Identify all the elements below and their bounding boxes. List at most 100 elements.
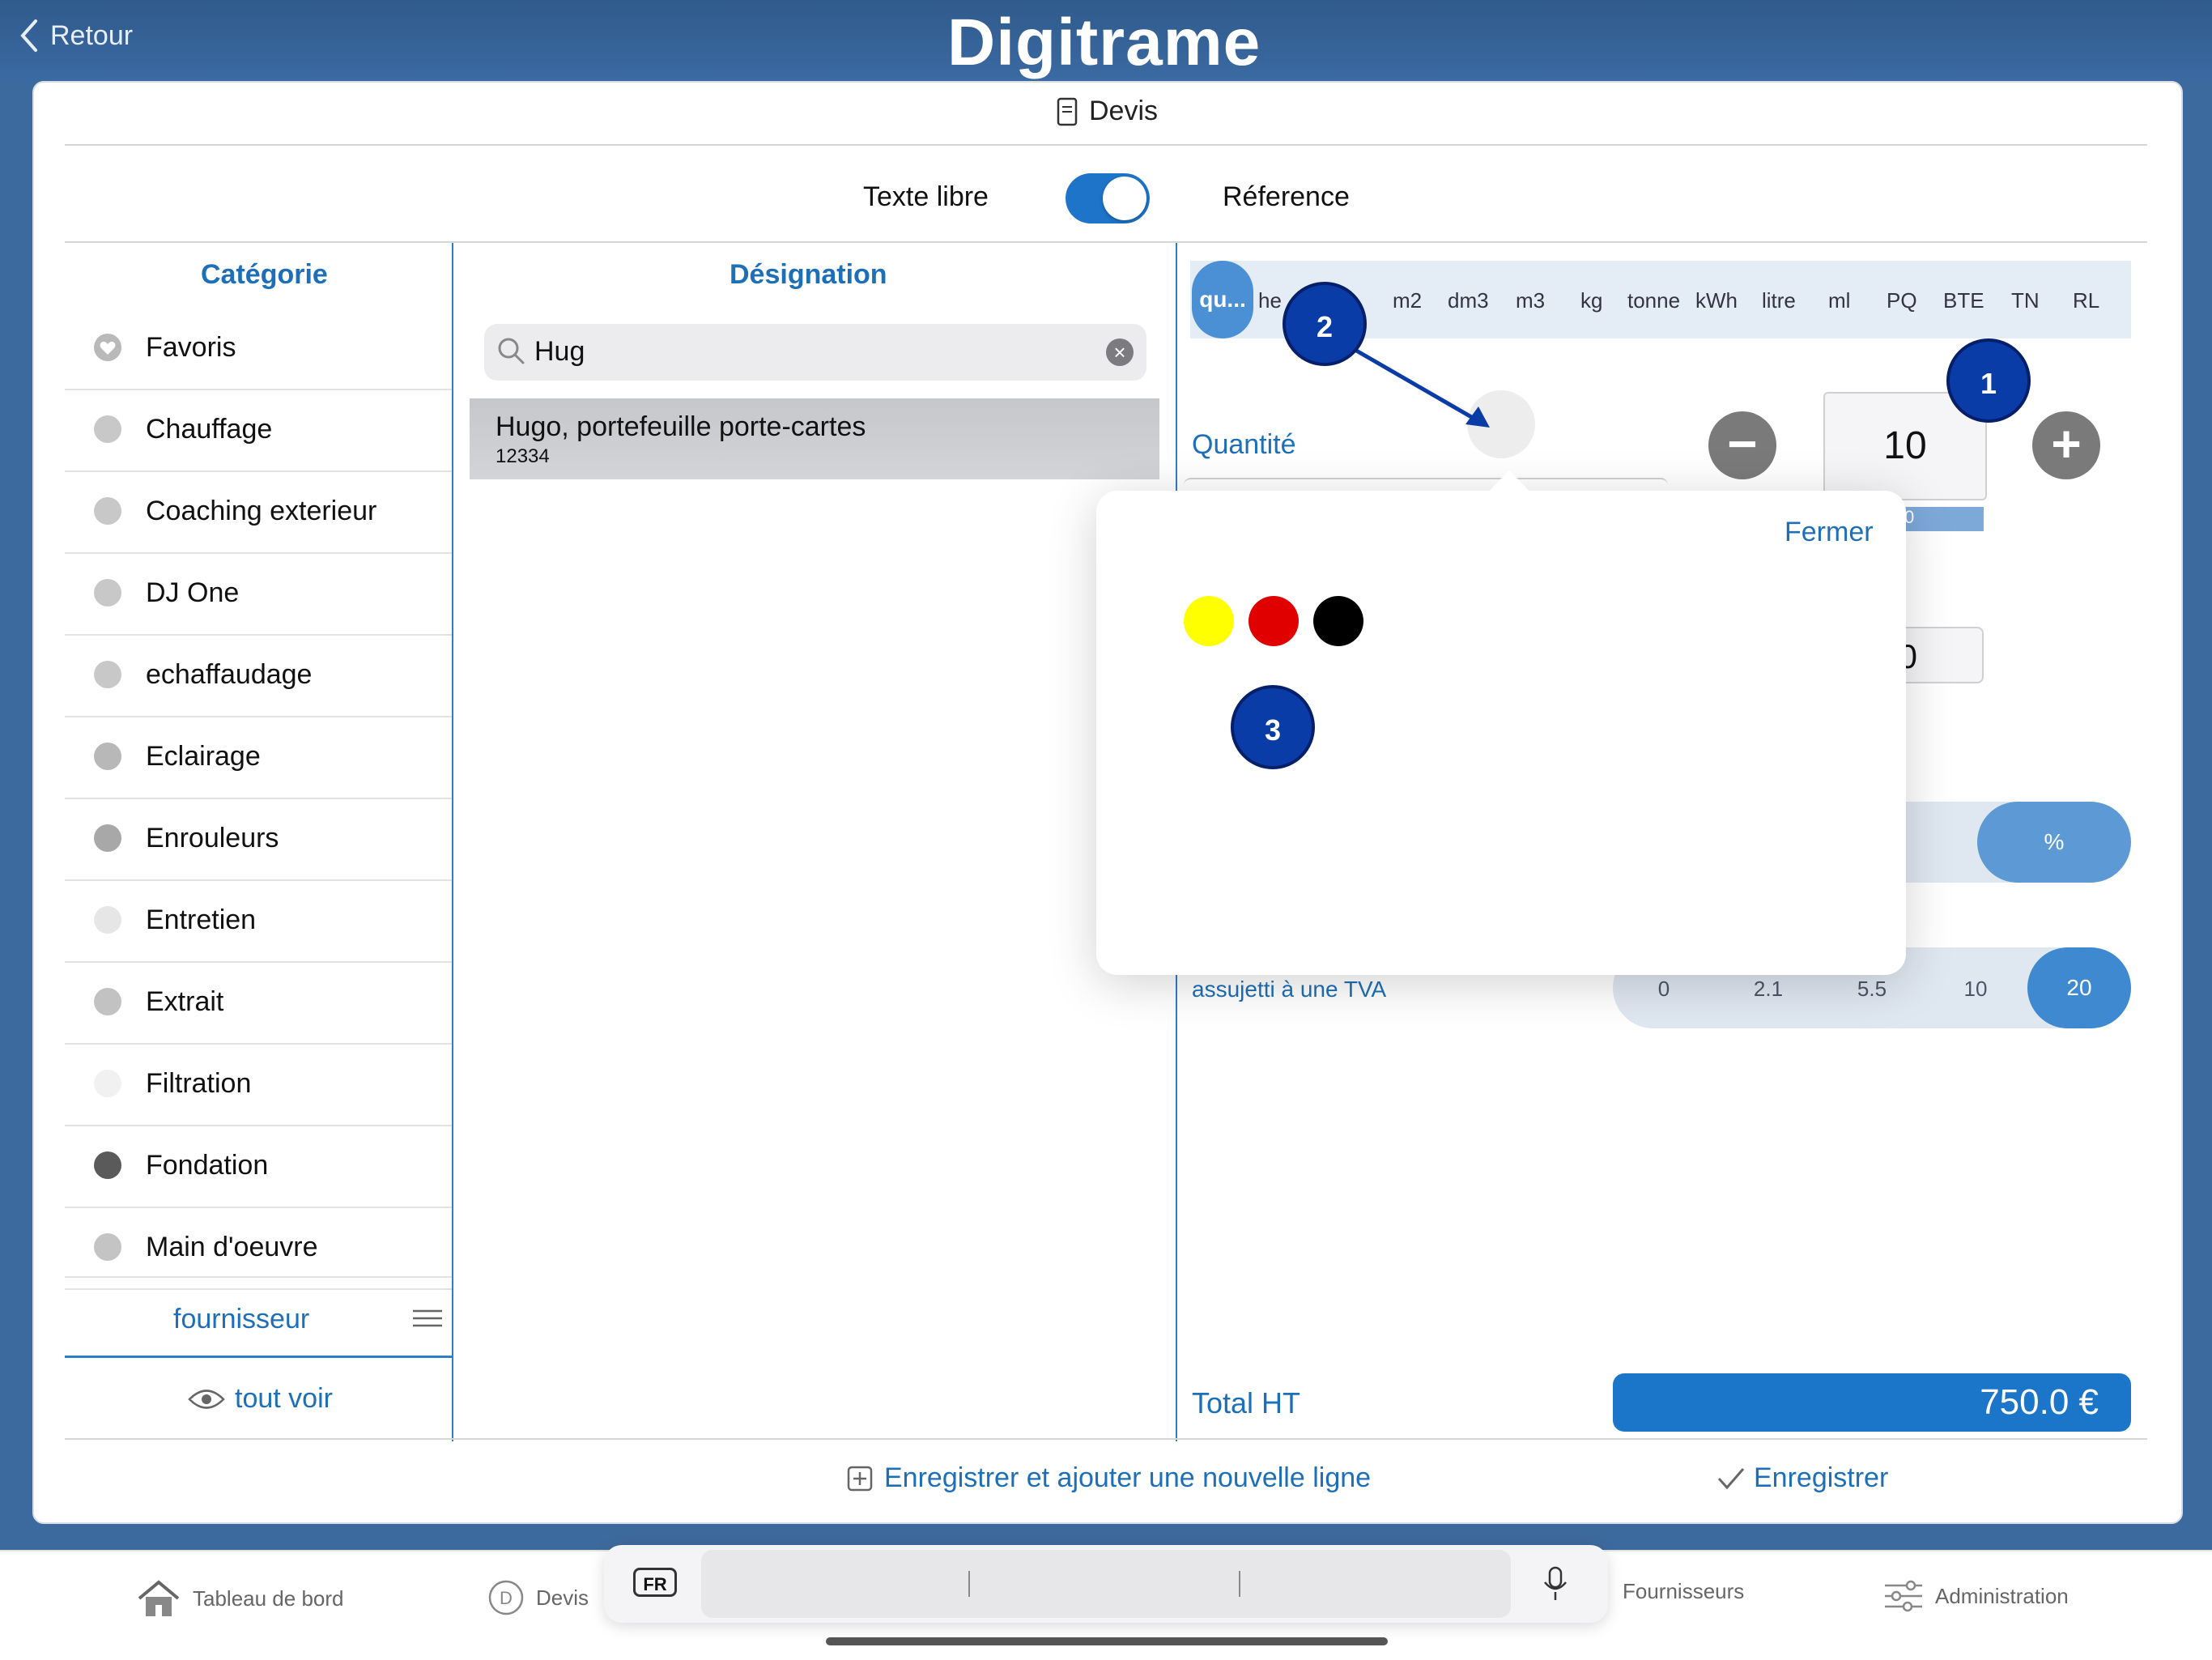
tva-selected[interactable]: 20 [2027,947,2131,1028]
toggle-knob [1103,177,1146,220]
unit-option[interactable]: RL [2073,288,2099,313]
category-color-dot [94,906,121,934]
category-color-dot [94,824,121,852]
prediction-separator [968,1571,970,1597]
category-item[interactable]: Chauffage [65,389,452,472]
back-label: Retour [50,19,134,51]
save-and-add-button[interactable]: Enregistrer et ajouter une nouvelle lign… [847,1462,1371,1494]
mode-toggle[interactable] [1066,173,1150,223]
unit-option[interactable]: he [1258,288,1282,313]
color-swatch[interactable] [1249,596,1299,646]
tab-administration[interactable]: Administration [1883,1579,2069,1613]
tab-label: Devis [536,1585,589,1610]
back-button[interactable]: Retour [18,18,133,53]
unit-option[interactable]: kWh [1695,288,1738,313]
category-label: Filtration [146,1068,252,1099]
eye-icon [188,1389,225,1409]
tva-option[interactable]: 10 [1951,977,2000,1002]
category-label: Coaching exterieur [146,496,377,526]
category-color-dot [94,497,121,525]
save-and-add-label: Enregistrer et ajouter une nouvelle lign… [884,1462,1372,1493]
unit-option[interactable]: m2 [1393,288,1422,313]
color-popover [1096,491,1906,975]
increment-button[interactable]: + [2032,411,2100,479]
document-icon [1057,97,1078,126]
unit-option[interactable]: m3 [1516,288,1545,313]
tva-label: assujetti à une TVA [1192,977,1387,1002]
total-label: Total HT [1192,1386,1301,1420]
decrement-button[interactable]: − [1708,411,1776,479]
microphone-icon[interactable] [1542,1566,1569,1602]
unit-option[interactable]: kg [1580,288,1602,313]
tab-tableau-de-bord[interactable]: Tableau de bord [136,1579,343,1618]
category-label: Favoris [146,332,236,363]
tab-fournisseurs[interactable]: Fournisseurs [1623,1579,1744,1604]
marker-2: 2 [1283,282,1367,366]
category-item[interactable]: Entretien [65,880,452,963]
svg-text:D: D [500,1588,513,1608]
reference-label: Réference [1223,181,1350,212]
category-item[interactable]: Fondation [65,1126,452,1208]
tout-voir-label: tout voir [235,1383,333,1414]
category-label: Enrouleurs [146,823,279,853]
marker-3: 3 [1231,685,1315,769]
percent-button[interactable]: % [1977,802,2131,883]
chevron-left-icon [20,19,37,52]
save-label: Enregistrer [1754,1462,1889,1493]
category-item[interactable]: Extrait [65,962,452,1045]
category-color-dot [94,579,121,607]
search-icon [498,338,525,364]
unit-option[interactable]: dm3 [1448,288,1489,313]
home-indicator[interactable] [826,1637,1388,1645]
tva-option[interactable]: 2.1 [1744,977,1793,1002]
popover-arrow [1488,470,1530,492]
category-label: Entretien [146,904,257,935]
save-button[interactable]: Enregistrer [1716,1462,1888,1494]
divider [65,1276,452,1278]
category-color-dot [94,1070,121,1097]
predictive-text-bar[interactable] [701,1550,1511,1618]
fournisseur-filter[interactable]: fournisseur [173,1304,309,1335]
menu-icon[interactable] [413,1309,442,1328]
category-item[interactable]: Eclairage [65,717,452,799]
unit-option[interactable]: BTE [1943,288,1984,313]
result-name: Hugo, portefeuille porte-cartes [496,411,866,442]
category-item[interactable]: echaffaudage [65,635,452,717]
plus-icon: + [2051,415,2082,473]
keyboard-language-button[interactable]: FR [633,1568,677,1597]
tva-option[interactable]: 5.5 [1848,977,1896,1002]
unit-option[interactable]: ml [1828,288,1850,313]
arrow-icon [1351,346,1490,428]
search-value: Hug [534,336,585,367]
divider [65,1438,2147,1440]
clear-search-icon[interactable]: × [1106,338,1134,366]
category-color-dot [94,1233,121,1261]
category-item[interactable]: Enrouleurs [65,798,452,881]
app-logo: Digitrame [947,6,1261,79]
tab-devis[interactable]: D Devis [487,1579,589,1616]
close-popover-button[interactable]: Fermer [1784,517,1874,548]
category-item[interactable]: Filtration [65,1044,452,1126]
color-swatch[interactable] [1313,596,1363,646]
tva-option[interactable]: 0 [1640,977,1688,1002]
designation-header: Désignation [730,259,887,290]
card-title: Devis [1057,96,1158,127]
unit-selected[interactable]: qu... [1192,261,1253,338]
unit-option[interactable]: litre [1762,288,1796,313]
category-item[interactable]: DJ One [65,553,452,636]
category-item[interactable]: Favoris [65,308,452,390]
tab-label: Fournisseurs [1623,1579,1745,1603]
minus-icon: − [1727,415,1758,473]
unit-option[interactable]: TN [2011,288,2040,313]
category-label: echaffaudage [146,659,313,690]
marker-1: 1 [1946,338,2031,423]
tout-voir-button[interactable]: tout voir [188,1383,333,1415]
quantity-label: Quantité [1192,429,1296,460]
unit-option[interactable]: tonne [1627,288,1680,313]
prediction-separator [1239,1571,1240,1597]
category-color-dot [94,1151,121,1179]
color-swatch[interactable] [1184,596,1234,646]
unit-option[interactable]: PQ [1887,288,1917,313]
category-item[interactable]: Coaching exterieur [65,471,452,554]
heart-icon [94,334,121,361]
